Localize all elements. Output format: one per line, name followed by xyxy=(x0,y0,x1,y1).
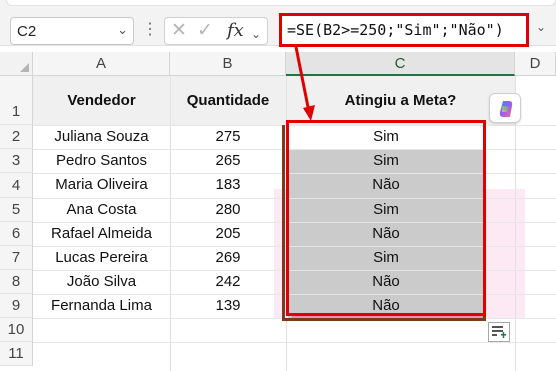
copilot-icon xyxy=(499,101,513,117)
cell-vendedor[interactable]: Juliana Souza xyxy=(33,128,170,145)
cell-quantidade[interactable]: 139 xyxy=(170,297,286,314)
select-all-corner[interactable] xyxy=(0,52,33,76)
worksheet-grid[interactable]: Vendedor Quantidade Atingiu a Meta? Juli… xyxy=(33,76,556,371)
expand-formula-bar-icon[interactable]: ⌄ xyxy=(536,20,546,34)
quick-analysis-icon xyxy=(492,326,506,338)
cell-quantidade[interactable]: 242 xyxy=(170,273,286,290)
insert-function-icon[interactable]: fx xyxy=(227,20,244,42)
cell-quantidade[interactable]: 265 xyxy=(170,152,286,169)
header-atingiu-meta[interactable]: Atingiu a Meta? xyxy=(286,92,515,109)
row-header[interactable]: 1 xyxy=(0,76,33,125)
name-box-value: C2 xyxy=(17,23,37,40)
formula-bar-grip[interactable]: ⋮ xyxy=(142,17,158,45)
row-header[interactable]: 7 xyxy=(0,246,33,270)
cell-vendedor[interactable]: Ana Costa xyxy=(33,201,170,218)
cell-vendedor[interactable]: Pedro Santos xyxy=(33,152,170,169)
row-header[interactable]: 2 xyxy=(0,125,33,149)
cell-quantidade[interactable]: 205 xyxy=(170,225,286,242)
quick-analysis-button[interactable] xyxy=(488,322,510,342)
corner-triangle xyxy=(20,63,29,72)
formula-bar-buttons: ✕ ✓ fx ⌄ xyxy=(164,17,268,45)
cell-quantidade[interactable]: 280 xyxy=(170,201,286,218)
copilot-button[interactable] xyxy=(489,93,521,123)
cell-vendedor[interactable]: Fernanda Lima xyxy=(33,297,170,314)
row-header[interactable]: 5 xyxy=(0,198,33,222)
formula-bar: C2 ⌄ ⋮ ✕ ✓ fx ⌄ =SE(B2>=250;"Sim";"Não")… xyxy=(0,0,556,47)
ribbon-edge xyxy=(6,0,556,6)
row-header[interactable]: 6 xyxy=(0,222,33,246)
cell-quantidade[interactable]: 269 xyxy=(170,249,286,266)
grid-line xyxy=(170,76,171,371)
row-header[interactable]: 8 xyxy=(0,270,33,294)
row-header[interactable]: 10 xyxy=(0,318,33,342)
formula-text: =SE(B2>=250;"Sim";"Não") xyxy=(287,21,504,39)
cell-quantidade[interactable]: 183 xyxy=(170,176,286,193)
column-header-c[interactable]: C xyxy=(286,52,515,76)
chevron-down-icon[interactable]: ⌄ xyxy=(251,23,261,45)
enter-icon[interactable]: ✓ xyxy=(197,20,213,42)
cancel-icon[interactable]: ✕ xyxy=(171,20,187,42)
column-header-a[interactable]: A xyxy=(33,52,170,76)
chevron-down-icon[interactable]: ⌄ xyxy=(117,22,128,38)
row-header[interactable]: 11 xyxy=(0,342,33,366)
cell-vendedor[interactable]: João Silva xyxy=(33,273,170,290)
row-header[interactable]: 9 xyxy=(0,294,33,318)
formula-input[interactable]: =SE(B2>=250;"Sim";"Não") xyxy=(279,13,529,47)
row-header[interactable]: 3 xyxy=(0,149,33,173)
column-header-d[interactable]: D xyxy=(515,52,556,76)
name-box[interactable]: C2 ⌄ xyxy=(10,17,134,45)
cell-quantidade[interactable]: 275 xyxy=(170,128,286,145)
header-quantidade[interactable]: Quantidade xyxy=(170,92,286,109)
cell-vendedor[interactable]: Maria Oliveira xyxy=(33,176,170,193)
cell-vendedor[interactable]: Lucas Pereira xyxy=(33,249,170,266)
cell-vendedor[interactable]: Rafael Almeida xyxy=(33,225,170,242)
column-header-b[interactable]: B xyxy=(170,52,286,76)
highlight-box xyxy=(286,120,486,316)
grid-line xyxy=(33,342,556,343)
row-header[interactable]: 4 xyxy=(0,173,33,198)
header-vendedor[interactable]: Vendedor xyxy=(33,92,170,109)
